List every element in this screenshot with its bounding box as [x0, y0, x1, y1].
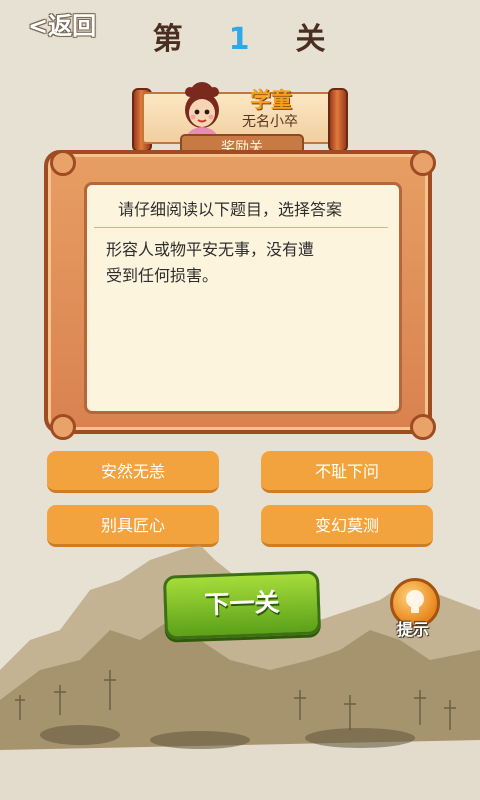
level-number: 1: [228, 22, 252, 57]
card-ornament-tl: [50, 150, 76, 176]
level-suffix: 关: [295, 22, 328, 57]
option-button-2[interactable]: 不耻下问: [261, 451, 433, 493]
card-ornament-bl: [50, 414, 76, 440]
scroll-roll-right: [328, 88, 348, 152]
divider: [94, 227, 388, 228]
player-name: 无名小卒: [242, 114, 298, 130]
option-button-1[interactable]: 安然无恙: [47, 451, 219, 493]
hint-label: 提示: [396, 620, 429, 639]
next-level-button[interactable]: 下一关: [162, 570, 322, 640]
card-ornament-tr: [410, 150, 436, 176]
hint-button[interactable]: 提示: [386, 578, 440, 639]
level-prefix: 第: [152, 22, 185, 57]
question-line-2: 受到任何损害。: [106, 266, 219, 285]
rank-title: 学童: [250, 88, 292, 112]
question-line-1: 形容人或物平安无事，没有遭: [106, 240, 315, 259]
mountain-landscape: [0, 545, 480, 800]
level-title: 第 1 关: [0, 14, 480, 58]
question-text: 形容人或物平安无事，没有遭 受到任何损害。: [106, 237, 370, 289]
card-ornament-br: [410, 414, 436, 440]
instruction-text: 请仔细阅读以下题目，选择答案: [118, 200, 343, 219]
